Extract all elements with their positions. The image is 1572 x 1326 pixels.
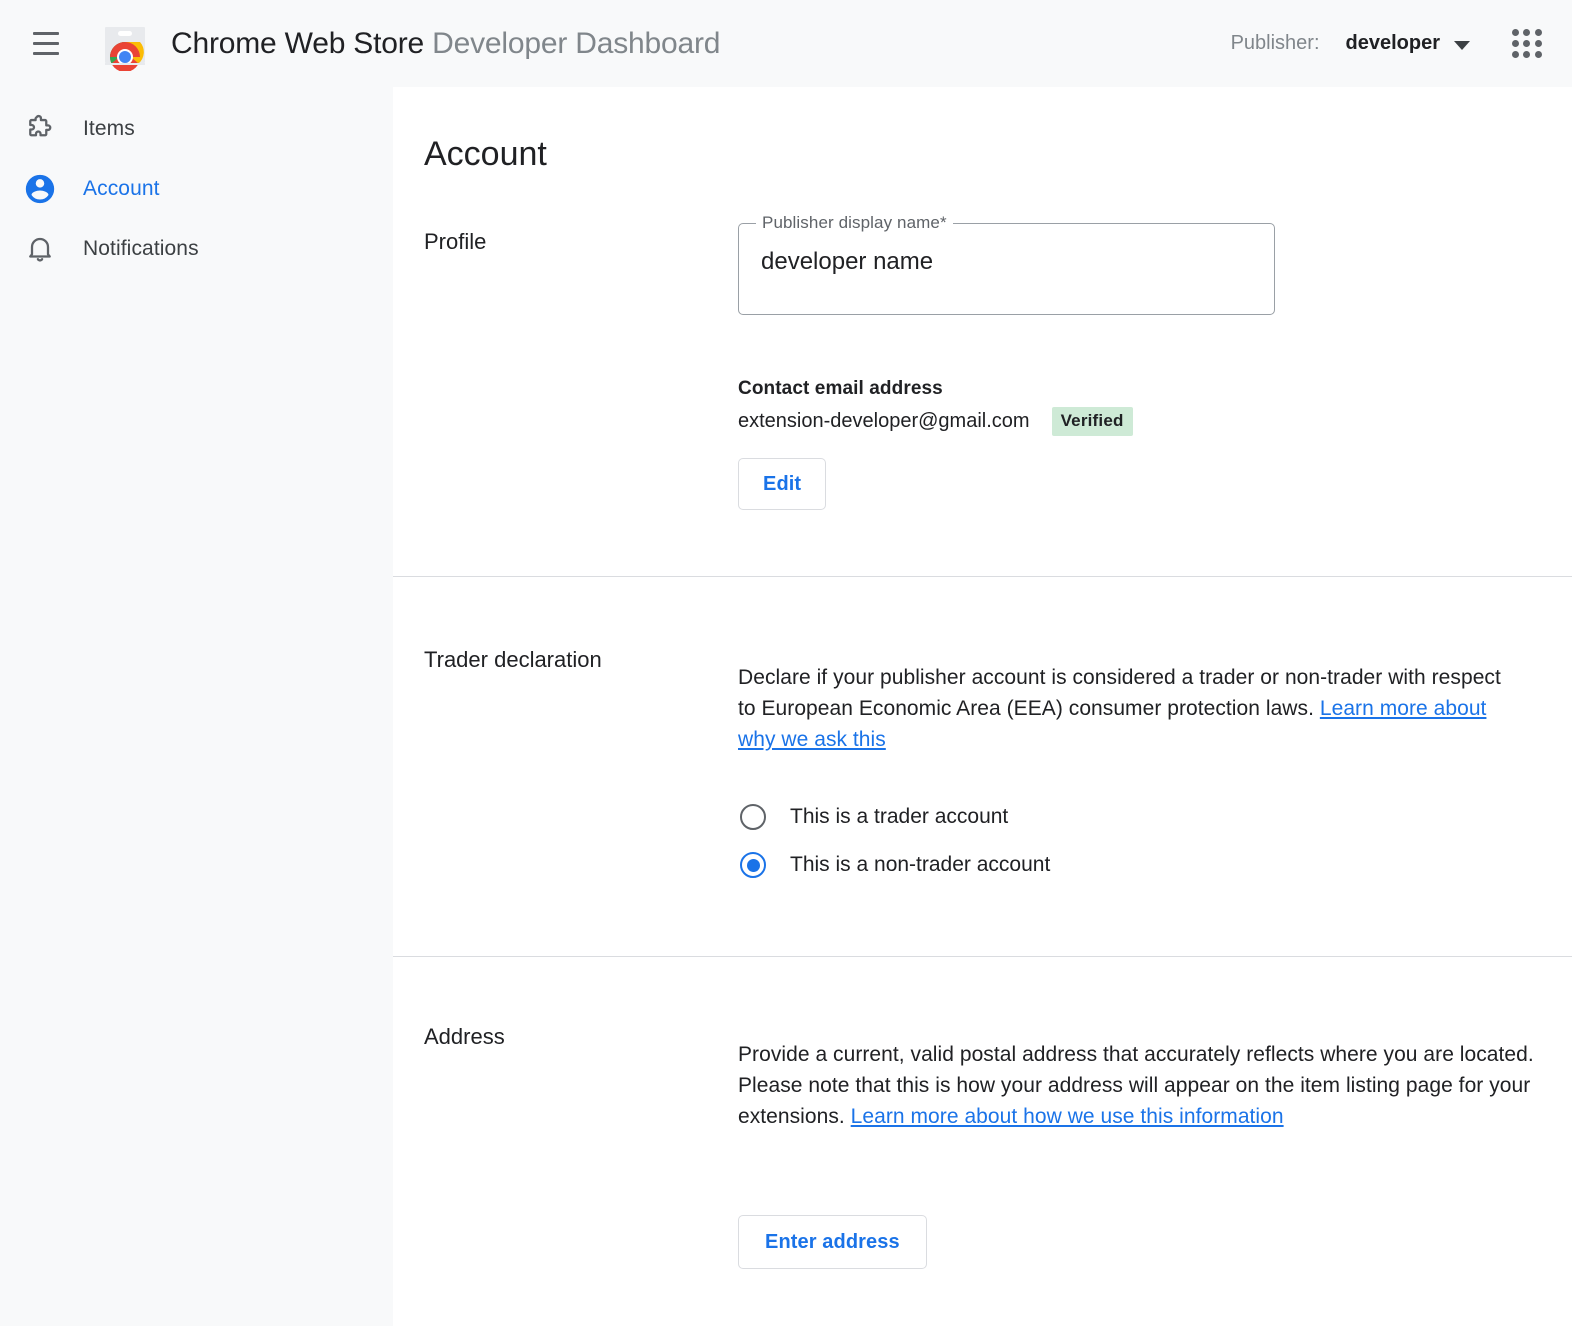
- hamburger-menu-icon[interactable]: [22, 20, 70, 68]
- top-app-bar: Chrome Web Store Developer Dashboard Pub…: [0, 0, 1572, 87]
- contact-email-value: extension-developer@gmail.com: [738, 410, 1030, 433]
- apps-dot: [1523, 51, 1530, 58]
- status-badge: Verified: [1052, 407, 1133, 436]
- apps-dot: [1535, 29, 1542, 36]
- publisher-label: Publisher:: [1231, 32, 1320, 55]
- apps-dot: [1523, 40, 1530, 47]
- contact-email-title: Contact email address: [738, 378, 1544, 400]
- non-trader-account-label: This is a non-trader account: [790, 853, 1050, 877]
- publisher-display-name-field[interactable]: Publisher display name*: [738, 223, 1275, 315]
- account-circle-icon: [16, 165, 64, 213]
- address-description: Provide a current, valid postal address …: [738, 1039, 1538, 1132]
- hamburger-line: [33, 42, 59, 45]
- address-learn-more-link[interactable]: Learn more about how we use this informa…: [851, 1105, 1284, 1128]
- header-actions: Publisher: developer: [1231, 23, 1572, 65]
- publisher-display-name-label: Publisher display name*: [756, 213, 953, 233]
- contact-email-row: extension-developer@gmail.com Verified: [738, 407, 1544, 436]
- main-content: Account Profile Publisher display name* …: [393, 87, 1572, 1326]
- trader-description: Declare if your publisher account is con…: [738, 662, 1524, 755]
- sidebar-item-items[interactable]: Items: [0, 99, 393, 159]
- address-section-label: Address: [424, 1018, 738, 1269]
- profile-section-body: Publisher display name* Contact email ad…: [738, 223, 1572, 510]
- edit-email-button[interactable]: Edit: [738, 458, 826, 510]
- sidebar-item-account[interactable]: Account: [0, 159, 393, 219]
- sidebar-item-label: Account: [83, 177, 160, 201]
- developer-dashboard-page: Chrome Web Store Developer Dashboard Pub…: [0, 0, 1572, 1326]
- sidebar-nav: Items Account Notifications: [0, 87, 393, 1326]
- address-section-body: Provide a current, valid postal address …: [738, 1018, 1572, 1269]
- address-section: Address Provide a current, valid postal …: [393, 957, 1572, 1269]
- chrome-web-store-logo: [98, 17, 152, 71]
- enter-address-button[interactable]: Enter address: [738, 1215, 927, 1269]
- trader-declaration-section: Trader declaration Declare if your publi…: [393, 577, 1572, 889]
- sidebar-item-notifications[interactable]: Notifications: [0, 219, 393, 279]
- brand-title: Chrome Web Store Developer Dashboard: [171, 29, 720, 59]
- puzzle-piece-icon: [16, 105, 64, 153]
- bell-icon: [16, 225, 64, 273]
- radio-unchecked-icon[interactable]: [740, 804, 766, 830]
- non-trader-account-radio-row[interactable]: This is a non-trader account: [738, 841, 1544, 889]
- apps-dot: [1523, 29, 1530, 36]
- hamburger-line: [33, 52, 59, 55]
- contact-email-block: Contact email address extension-develope…: [738, 378, 1544, 510]
- brand-subtitle: Developer Dashboard: [432, 27, 720, 60]
- apps-dot: [1535, 51, 1542, 58]
- apps-dot: [1512, 29, 1519, 36]
- apps-dot: [1512, 40, 1519, 47]
- trader-section-body: Declare if your publisher account is con…: [738, 641, 1572, 889]
- trader-account-radio-row[interactable]: This is a trader account: [738, 793, 1544, 841]
- radio-checked-icon[interactable]: [740, 852, 766, 878]
- brand-name: Chrome Web Store: [171, 27, 424, 60]
- apps-dot: [1512, 51, 1519, 58]
- hamburger-line: [33, 32, 59, 35]
- sidebar-item-label: Notifications: [83, 237, 199, 261]
- publisher-dropdown-value: developer: [1346, 32, 1440, 55]
- publisher-display-name-input[interactable]: [761, 248, 1251, 276]
- profile-section: Profile Publisher display name* Contact …: [393, 223, 1572, 510]
- publisher-dropdown[interactable]: developer: [1346, 32, 1470, 55]
- sidebar-item-label: Items: [83, 117, 135, 141]
- trader-radio-group: This is a trader account This is a non-t…: [738, 793, 1544, 889]
- trader-section-label: Trader declaration: [424, 641, 738, 889]
- chevron-down-icon: [1454, 41, 1470, 50]
- page-title: Account: [424, 135, 1572, 174]
- trader-account-label: This is a trader account: [790, 805, 1008, 829]
- profile-section-label: Profile: [424, 223, 738, 510]
- apps-dot: [1535, 40, 1542, 47]
- apps-grid-icon[interactable]: [1506, 23, 1548, 65]
